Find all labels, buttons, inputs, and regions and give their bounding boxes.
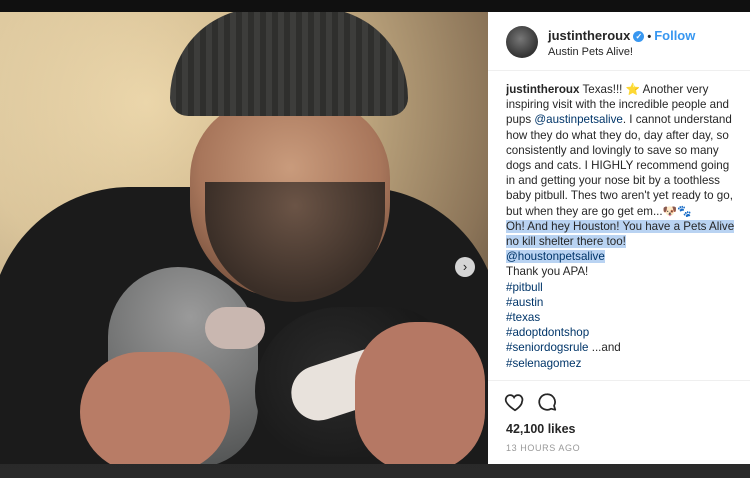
next-photo-button[interactable]: › bbox=[455, 257, 475, 277]
avatar[interactable] bbox=[506, 26, 538, 58]
separator-dot: • bbox=[647, 31, 652, 43]
follow-button[interactable]: Follow bbox=[654, 28, 695, 43]
screenshot-frame: › justintheroux ✓ • Follow Austin Pets Aliv… bbox=[0, 0, 750, 478]
caption-username[interactable]: justintheroux bbox=[506, 83, 579, 96]
post-header: justintheroux ✓ • Follow Austin Pets Alive! bbox=[488, 12, 750, 71]
post-photo[interactable]: › bbox=[0, 12, 488, 464]
hashtag-link[interactable]: #pitbull bbox=[506, 280, 740, 295]
caption-text-4: ...and bbox=[588, 341, 621, 355]
hashtag-link[interactable]: #selenagomez bbox=[506, 356, 740, 371]
header-username[interactable]: justintheroux bbox=[548, 28, 630, 43]
photo-right-hand bbox=[355, 322, 485, 464]
timestamp: 13 HOURS AGO bbox=[506, 443, 581, 453]
highlighted-text: Oh! And hey Houston! You have a Pets Ali… bbox=[506, 219, 735, 249]
mention-link[interactable]: @austinpetsalive bbox=[534, 113, 622, 126]
heart-icon[interactable] bbox=[504, 391, 526, 413]
caption-text-3: Thank you APA! bbox=[506, 265, 589, 279]
comment-icon[interactable] bbox=[536, 391, 558, 413]
mention-link[interactable]: @houstonpetsalive bbox=[506, 250, 605, 264]
hashtag-link[interactable]: #seniordogsrule bbox=[506, 341, 589, 354]
like-count[interactable]: 42,100 likes bbox=[506, 422, 576, 436]
post-actions: 42,100 likes 13 HOURS AGO bbox=[488, 380, 750, 465]
hashtag-link[interactable]: #austin bbox=[506, 295, 740, 310]
verified-badge-icon: ✓ bbox=[633, 31, 645, 42]
location-link[interactable]: Austin Pets Alive! bbox=[548, 46, 633, 58]
photo-puppy-snout bbox=[205, 307, 265, 349]
photo-left-hand bbox=[80, 352, 230, 464]
caption-text-2: . I cannot understand how they do what t… bbox=[506, 113, 733, 218]
post-side-panel: justintheroux ✓ • Follow Austin Pets Alive!… bbox=[488, 12, 750, 464]
hashtag-link[interactable]: #texas bbox=[506, 310, 740, 325]
hashtag-link[interactable]: #adoptdontshop bbox=[506, 325, 740, 340]
caption: justintheroux Texas!!! ⭐ Another very in… bbox=[506, 82, 740, 382]
chevron-right-icon: › bbox=[462, 259, 468, 274]
photo-beanie bbox=[170, 12, 408, 116]
